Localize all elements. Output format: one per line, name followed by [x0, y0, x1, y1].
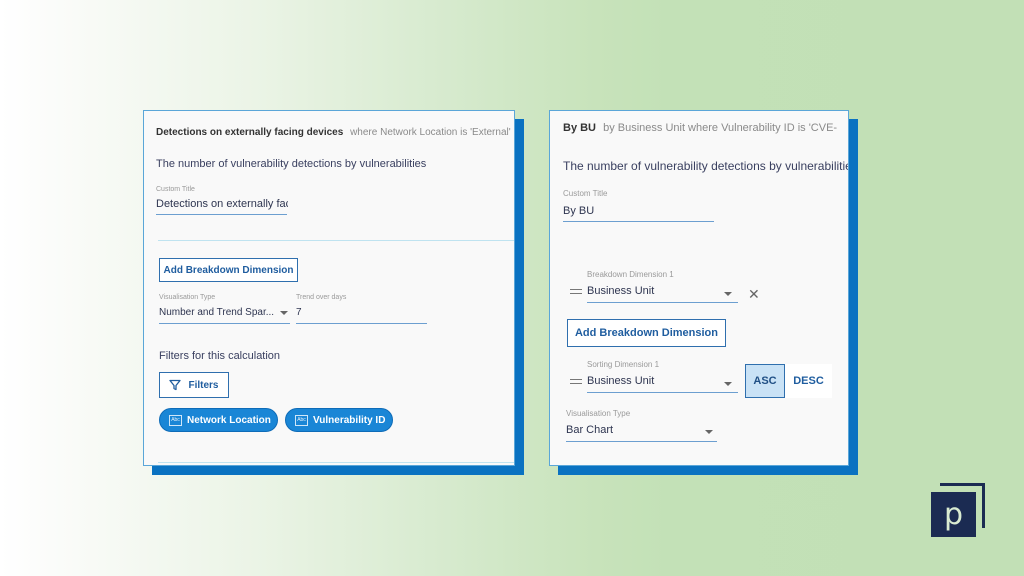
right-config-panel: By BU by Business Unit where Vulnerabili…	[549, 110, 849, 466]
right-add-breakdown-button[interactable]: Add Breakdown Dimension	[567, 319, 726, 347]
logo-letter: p	[931, 492, 976, 537]
left-custom-title-underline	[156, 214, 287, 215]
text-type-icon: Abc	[295, 414, 308, 426]
left-trend-input[interactable]: 7	[296, 307, 302, 318]
left-bottom-divider	[158, 462, 514, 463]
brand-logo: p	[931, 483, 985, 537]
right-custom-title-label: Custom Title	[563, 189, 608, 198]
left-custom-title-label: Custom Title	[156, 186, 195, 193]
left-filters-button[interactable]: Filters	[159, 372, 229, 398]
right-visualisation-underline	[566, 441, 717, 442]
asc-toggle-button[interactable]: ASC	[745, 364, 785, 398]
right-header-title: By BU	[563, 122, 597, 134]
filter-chip-network-location[interactable]: Abc Network Location	[159, 408, 278, 432]
filter-chip-label: Network Location	[187, 414, 271, 426]
right-breakdown-label: Breakdown Dimension 1	[587, 270, 674, 279]
left-add-breakdown-button[interactable]: Add Breakdown Dimension	[159, 258, 298, 282]
left-visualisation-select[interactable]: Number and Trend Spar...	[159, 307, 274, 318]
chevron-down-icon[interactable]	[724, 382, 732, 386]
left-filters-heading: Filters for this calculation	[159, 350, 281, 362]
filter-icon	[169, 379, 182, 391]
left-visualisation-label: Visualisation Type	[159, 294, 216, 301]
left-panel-header: Detections on externally facing devices …	[156, 127, 511, 138]
left-description: The number of vulnerability detections b…	[156, 158, 427, 170]
right-custom-title-input[interactable]: By BU	[563, 205, 594, 217]
left-visualisation-underline	[159, 323, 290, 324]
left-filters-button-label: Filters	[188, 379, 219, 391]
left-header-title: Detections on externally facing devices	[156, 127, 344, 138]
left-header-condition: where Network Location is 'External'	[350, 127, 511, 138]
right-sorting-underline	[587, 392, 738, 393]
right-visualisation-label: Visualisation Type	[566, 409, 631, 418]
right-description: The number of vulnerability detections b…	[563, 159, 849, 173]
left-config-panel: Detections on externally facing devices …	[143, 110, 515, 466]
right-header-condition: by Business Unit where Vulnerability ID …	[603, 122, 838, 134]
chevron-down-icon[interactable]	[280, 311, 288, 315]
filter-chip-label: Vulnerability ID	[313, 414, 386, 426]
left-custom-title-input[interactable]: Detections on externally faci	[156, 198, 288, 214]
filter-chip-vulnerability-id[interactable]: Abc Vulnerability ID	[285, 408, 393, 432]
right-sorting-label: Sorting Dimension 1	[587, 360, 660, 369]
drag-handle-icon[interactable]	[570, 379, 582, 384]
right-visualisation-select[interactable]: Bar Chart	[566, 424, 613, 436]
desc-toggle-button[interactable]: DESC	[785, 364, 832, 398]
right-breakdown-underline	[587, 302, 738, 303]
left-trend-underline	[296, 323, 427, 324]
close-icon[interactable]: ✕	[748, 286, 760, 303]
drag-handle-icon[interactable]	[570, 289, 582, 294]
chevron-down-icon[interactable]	[724, 292, 732, 296]
chevron-down-icon[interactable]	[705, 430, 713, 434]
right-breakdown-select[interactable]: Business Unit	[587, 285, 654, 297]
left-trend-label: Trend over days	[296, 294, 347, 301]
right-sorting-select[interactable]: Business Unit	[587, 375, 654, 387]
text-type-icon: Abc	[169, 414, 182, 426]
right-panel-header: By BU by Business Unit where Vulnerabili…	[563, 122, 837, 134]
left-section-divider	[158, 240, 514, 241]
right-custom-title-underline	[563, 221, 714, 222]
